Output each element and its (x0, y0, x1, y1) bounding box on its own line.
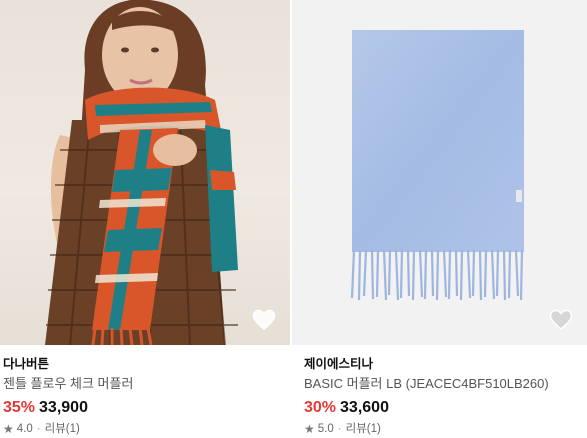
product-info: 다나버튼 젠틀 플로우 체크 머플러 35% 33,900 ★ 4.0 · 리뷰(… (0, 345, 290, 436)
price-line: 35% 33,900 (3, 398, 290, 418)
product-info: 제이에스티나 BASIC 머플러 LB (JEACEC4BF510LB260) … (292, 345, 587, 436)
discount-rate: 35% (3, 399, 36, 416)
rating-line: ★ 4.0 · 리뷰(1) (3, 422, 290, 436)
heart-outline-icon[interactable] (252, 309, 276, 331)
separator-dot: · (337, 423, 342, 435)
review-count[interactable]: 리뷰(1) (346, 422, 381, 436)
rating-line: ★ 5.0 · 리뷰(1) (304, 422, 587, 436)
sale-price: 33,600 (340, 399, 389, 416)
product-photo (45, 0, 238, 345)
review-count[interactable]: 리뷰(1) (45, 422, 80, 436)
product-card[interactable]: 제이에스티나 BASIC 머플러 LB (JEACEC4BF510LB260) … (292, 0, 587, 438)
brand-name[interactable]: 제이에스티나 (304, 356, 587, 372)
heart-outline-icon[interactable] (549, 309, 573, 331)
product-name[interactable]: 젠틀 플로우 체크 머플러 (3, 375, 290, 393)
star-icon: ★ (304, 422, 315, 436)
star-icon: ★ (3, 422, 14, 436)
product-image[interactable] (0, 0, 290, 345)
rating-value: 4.0 (16, 423, 33, 435)
price-line: 30% 33,600 (304, 398, 587, 418)
product-name[interactable]: BASIC 머플러 LB (JEACEC4BF510LB260) (304, 375, 587, 393)
product-photo (350, 30, 524, 301)
separator-dot: · (36, 423, 41, 435)
discount-rate: 30% (304, 399, 337, 416)
product-image[interactable] (292, 0, 587, 345)
sale-price: 33,900 (39, 399, 88, 416)
product-grid: 다나버튼 젠틀 플로우 체크 머플러 35% 33,900 ★ 4.0 · 리뷰(… (0, 0, 587, 438)
product-card[interactable]: 다나버튼 젠틀 플로우 체크 머플러 35% 33,900 ★ 4.0 · 리뷰(… (0, 0, 290, 438)
brand-name[interactable]: 다나버튼 (3, 356, 290, 372)
rating-value: 5.0 (317, 423, 334, 435)
